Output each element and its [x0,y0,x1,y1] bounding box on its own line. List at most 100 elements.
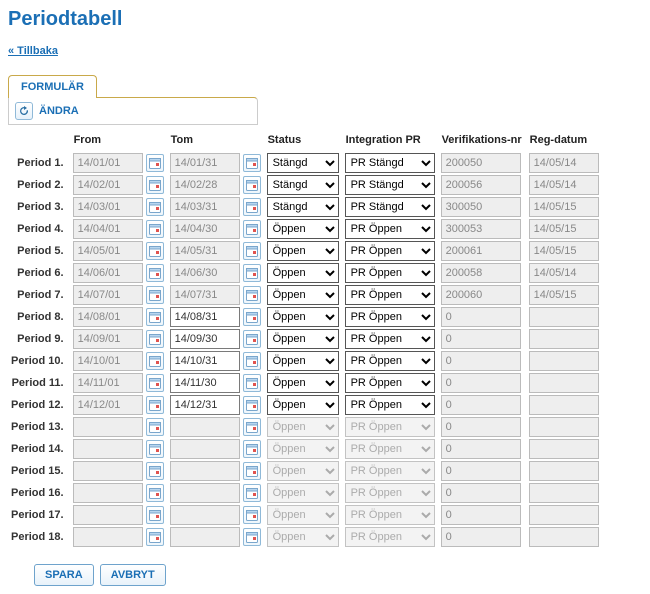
verif-input [441,373,521,393]
status-select[interactable]: StängdÖppen [267,153,339,173]
calendar-icon[interactable] [243,374,261,392]
regdatum-input [529,153,599,173]
calendar-icon[interactable] [146,396,164,414]
tom-input [170,263,240,283]
status-select[interactable]: StängdÖppen [267,329,339,349]
table-row: Period 1.StängdÖppenPR StängdPR Öppen [8,152,602,174]
integration-select[interactable]: PR StängdPR Öppen [345,241,435,261]
integration-select[interactable]: PR StängdPR Öppen [345,307,435,327]
calendar-icon[interactable] [243,506,261,524]
status-select[interactable]: StängdÖppen [267,263,339,283]
calendar-icon[interactable] [243,330,261,348]
calendar-icon[interactable] [146,264,164,282]
calendar-icon[interactable] [146,330,164,348]
row-label: Period 13. [8,416,70,438]
tab-formular[interactable]: FORMULÄR [8,75,97,98]
table-row: Period 16.StängdÖppenPR StängdPR Öppen [8,482,602,504]
integration-select[interactable]: PR StängdPR Öppen [345,263,435,283]
table-row: Period 18.StängdÖppenPR StängdPR Öppen [8,526,602,548]
from-input [73,373,143,393]
calendar-icon[interactable] [243,462,261,480]
calendar-icon[interactable] [146,176,164,194]
integration-select[interactable]: PR StängdPR Öppen [345,285,435,305]
regdatum-input [529,329,599,349]
integration-select[interactable]: PR StängdPR Öppen [345,351,435,371]
integration-select[interactable]: PR StängdPR Öppen [345,395,435,415]
regdatum-input [529,285,599,305]
status-select[interactable]: StängdÖppen [267,219,339,239]
integration-select[interactable]: PR StängdPR Öppen [345,197,435,217]
calendar-icon[interactable] [243,352,261,370]
calendar-icon[interactable] [146,440,164,458]
calendar-icon[interactable] [146,198,164,216]
verif-input [441,263,521,283]
status-select[interactable]: StängdÖppen [267,373,339,393]
calendar-icon[interactable] [146,242,164,260]
integration-select[interactable]: PR StängdPR Öppen [345,153,435,173]
status-select[interactable]: StängdÖppen [267,351,339,371]
status-select[interactable]: StängdÖppen [267,175,339,195]
verif-input [441,483,521,503]
calendar-icon[interactable] [243,242,261,260]
status-select[interactable]: StängdÖppen [267,241,339,261]
integration-select[interactable]: PR StängdPR Öppen [345,219,435,239]
calendar-icon[interactable] [243,440,261,458]
status-select: StängdÖppen [267,505,339,525]
toolbar: ÄNDRA [8,97,258,125]
calendar-icon[interactable] [146,352,164,370]
regdatum-input [529,461,599,481]
regdatum-input [529,219,599,239]
calendar-icon[interactable] [146,308,164,326]
row-label: Period 14. [8,438,70,460]
from-input [73,197,143,217]
back-link[interactable]: « Tillbaka [8,45,58,57]
calendar-icon[interactable] [243,396,261,414]
calendar-icon[interactable] [146,528,164,546]
calendar-icon[interactable] [146,506,164,524]
tom-input[interactable] [170,307,240,327]
calendar-icon[interactable] [146,154,164,172]
status-select[interactable]: StängdÖppen [267,197,339,217]
verif-input [441,241,521,261]
table-row: Period 15.StängdÖppenPR StängdPR Öppen [8,460,602,482]
integration-select[interactable]: PR StängdPR Öppen [345,175,435,195]
calendar-icon[interactable] [146,484,164,502]
verif-input [441,439,521,459]
calendar-icon[interactable] [146,462,164,480]
tom-input[interactable] [170,373,240,393]
from-input [73,439,143,459]
calendar-icon[interactable] [243,198,261,216]
calendar-icon[interactable] [243,286,261,304]
calendar-icon[interactable] [243,484,261,502]
calendar-icon[interactable] [243,264,261,282]
save-button[interactable]: SPARA [34,564,94,586]
tom-input[interactable] [170,329,240,349]
regdatum-input [529,527,599,547]
table-row: Period 13.StängdÖppenPR StängdPR Öppen [8,416,602,438]
calendar-icon[interactable] [146,418,164,436]
calendar-icon[interactable] [243,154,261,172]
status-select[interactable]: StängdÖppen [267,307,339,327]
from-input [73,505,143,525]
calendar-icon[interactable] [146,220,164,238]
calendar-icon[interactable] [146,286,164,304]
col-verif: Verifikations-nr [438,132,526,152]
calendar-icon[interactable] [243,528,261,546]
status-select[interactable]: StängdÖppen [267,395,339,415]
calendar-icon[interactable] [243,220,261,238]
cancel-button[interactable]: AVBRYT [100,564,166,586]
calendar-icon[interactable] [243,176,261,194]
status-select[interactable]: StängdÖppen [267,285,339,305]
calendar-icon[interactable] [243,418,261,436]
table-row: Period 6.StängdÖppenPR StängdPR Öppen [8,262,602,284]
tom-input[interactable] [170,395,240,415]
integration-select: PR StängdPR Öppen [345,439,435,459]
row-label: Period 4. [8,218,70,240]
integration-select[interactable]: PR StängdPR Öppen [345,373,435,393]
refresh-icon[interactable] [15,102,33,120]
col-integration: Integration PR [342,132,438,152]
calendar-icon[interactable] [146,374,164,392]
tom-input[interactable] [170,351,240,371]
integration-select[interactable]: PR StängdPR Öppen [345,329,435,349]
calendar-icon[interactable] [243,308,261,326]
